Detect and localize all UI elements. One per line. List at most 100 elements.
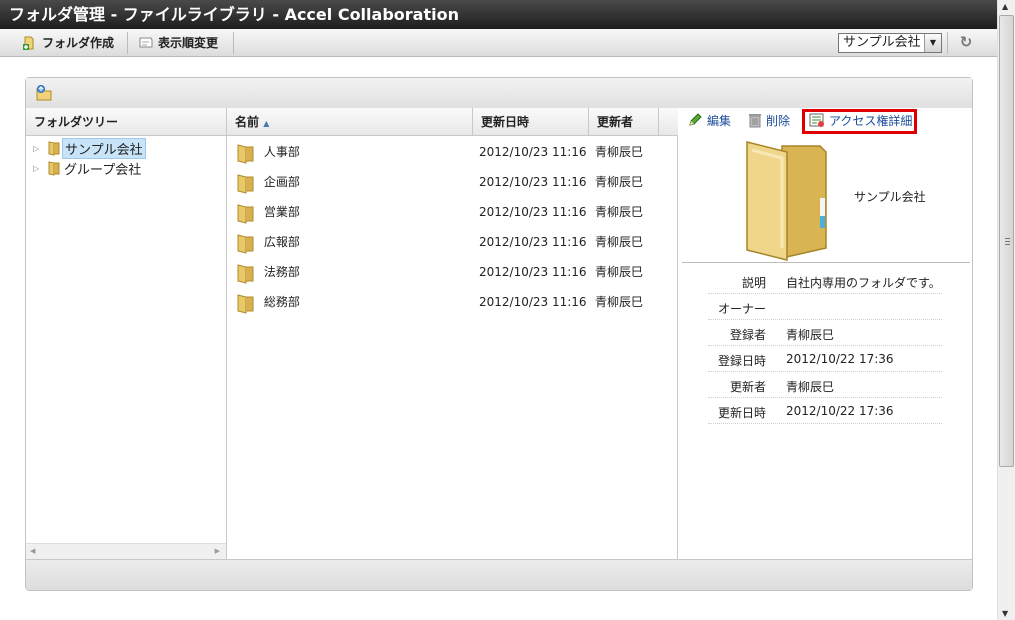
- highlight-frame: [802, 109, 917, 134]
- edit-label: 編集: [707, 113, 732, 128]
- expand-icon[interactable]: ▷: [33, 164, 47, 173]
- folder-icon: [237, 233, 254, 254]
- property-row: 更新日時 2012/10/22 17:36: [708, 398, 942, 424]
- folder-icon: [48, 161, 60, 176]
- property-label: 登録日時: [717, 354, 766, 368]
- property-row: 登録者 青柳辰巳: [708, 320, 942, 346]
- toolbar: フォルダ作成 表示順変更 サンプル会社 ▼ ↻: [0, 29, 997, 57]
- file-library-panel: フォルダツリー ▷ サンプル会社 ▷ グループ会社 ◀ ▶ 名前 ▲ 更新日時 …: [25, 77, 973, 591]
- toolbar-divider: [127, 32, 128, 54]
- folder-up-icon[interactable]: [35, 84, 53, 102]
- scrollbar-thumb[interactable]: [999, 15, 1014, 467]
- property-row: 説明 自社内専用のフォルダです。: [708, 268, 942, 294]
- trash-icon: [749, 114, 761, 128]
- company-select[interactable]: サンプル会社 ▼: [838, 33, 942, 53]
- toolbar-divider: [233, 32, 234, 54]
- folder-icon: [237, 173, 254, 194]
- column-header-updated-at[interactable]: 更新日時: [473, 108, 589, 136]
- property-label: オーナー: [717, 302, 766, 316]
- scroll-right-icon[interactable]: ▶: [215, 547, 220, 555]
- property-row: 登録日時 2012/10/22 17:36: [708, 346, 942, 372]
- order-icon: [139, 37, 153, 47]
- property-label: 更新日時: [717, 406, 766, 420]
- chevron-down-icon[interactable]: ▼: [924, 34, 941, 52]
- folder-icon: [237, 143, 254, 164]
- column-header-name-label: 名前: [235, 115, 260, 129]
- folder-icon: [746, 141, 827, 261]
- folder-icon: [48, 141, 60, 156]
- row-updated-at: 2012/10/23 11:16: [479, 145, 587, 159]
- column-header-name[interactable]: 名前 ▲: [227, 108, 473, 136]
- row-updated-by: 青柳辰巳: [595, 295, 644, 309]
- row-name[interactable]: 広報部: [264, 235, 300, 249]
- folder-icon: [237, 293, 254, 314]
- property-value: 青柳辰巳: [786, 380, 835, 394]
- row-updated-by: 青柳辰巳: [595, 265, 644, 279]
- panel-toolbar: [26, 78, 972, 108]
- scroll-left-icon[interactable]: ◀: [30, 547, 35, 555]
- tree-node-group-company[interactable]: ▷ グループ会社: [33, 159, 143, 178]
- scroll-down-icon[interactable]: ▼: [1002, 609, 1008, 618]
- divider: [682, 262, 970, 263]
- create-folder-button[interactable]: フォルダ作成: [22, 29, 114, 56]
- property-label: 登録者: [729, 328, 766, 342]
- row-updated-at: 2012/10/23 11:16: [479, 295, 587, 309]
- folder-tree: フォルダツリー ▷ サンプル会社 ▷ グループ会社 ◀ ▶: [26, 108, 227, 559]
- detail-folder-name: サンプル会社: [854, 190, 926, 204]
- folder-list: 名前 ▲ 更新日時 更新者 人事部 2012/10/23 11:16 青柳辰巳 …: [227, 108, 678, 559]
- table-row[interactable]: 営業部: [236, 197, 300, 227]
- property-label: 説明: [741, 276, 766, 290]
- property-value: 青柳辰巳: [786, 328, 835, 342]
- table-row[interactable]: 企画部: [236, 167, 300, 197]
- tree-node-label: サンプル会社: [62, 137, 146, 159]
- create-folder-label: フォルダ作成: [42, 36, 115, 50]
- table-row[interactable]: 広報部: [236, 227, 300, 257]
- tree-node-sample-company[interactable]: ▷ サンプル会社: [33, 137, 146, 159]
- toolbar-divider: [947, 32, 948, 54]
- row-updated-at: 2012/10/23 11:16: [479, 235, 587, 249]
- property-row: オーナー: [708, 294, 942, 320]
- tree-horizontal-scrollbar[interactable]: ◀ ▶: [26, 543, 226, 559]
- grip-icon: [1005, 238, 1010, 245]
- row-updated-at: 2012/10/23 11:16: [479, 205, 587, 219]
- table-row[interactable]: 人事部: [236, 137, 300, 167]
- change-order-label: 表示順変更: [158, 36, 219, 50]
- folder-detail: 編集 削除 アクセス権詳細 サンプル会社 説明 自社内専用のフォルダです。 オー…: [678, 108, 972, 559]
- window-title-bar: フォルダ管理 - ファイルライブラリ - Accel Collaboration: [0, 0, 997, 29]
- row-name[interactable]: 人事部: [264, 145, 300, 159]
- row-updated-by: 青柳辰巳: [595, 175, 644, 189]
- delete-button[interactable]: 削除: [748, 111, 790, 129]
- delete-label: 削除: [766, 113, 791, 128]
- table-row[interactable]: 総務部: [236, 287, 300, 317]
- panel-footer: [26, 559, 972, 590]
- property-value: 自社内専用のフォルダです。: [786, 276, 941, 290]
- row-updated-by: 青柳辰巳: [595, 235, 644, 249]
- window-title: フォルダ管理 - ファイルライブラリ - Accel Collaboration: [9, 5, 459, 24]
- refresh-icon[interactable]: ↻: [958, 34, 974, 50]
- property-value: 2012/10/22 17:36: [786, 404, 894, 418]
- add-folder-icon: [23, 36, 34, 50]
- page-scrollbar[interactable]: ▲ ▼: [997, 0, 1015, 620]
- pencil-icon: [689, 113, 702, 126]
- folder-icon: [237, 263, 254, 284]
- edit-button[interactable]: 編集: [687, 111, 731, 129]
- company-select-value: サンプル会社: [843, 35, 921, 50]
- row-updated-by: 青柳辰巳: [595, 145, 644, 159]
- row-name[interactable]: 総務部: [264, 295, 300, 309]
- tree-node-label: グループ会社: [64, 162, 142, 178]
- row-updated-at: 2012/10/23 11:16: [479, 175, 587, 189]
- change-order-button[interactable]: 表示順変更: [138, 29, 218, 56]
- row-name[interactable]: 企画部: [264, 175, 300, 189]
- column-header-spacer: [659, 108, 678, 136]
- row-name[interactable]: 法務部: [264, 265, 300, 279]
- property-row: 更新者 青柳辰巳: [708, 372, 942, 398]
- column-header-updated-by[interactable]: 更新者: [589, 108, 659, 136]
- property-value: 2012/10/22 17:36: [786, 352, 894, 366]
- row-name[interactable]: 営業部: [264, 205, 300, 219]
- property-label: 更新者: [729, 380, 766, 394]
- expand-icon[interactable]: ▷: [33, 144, 47, 153]
- row-updated-at: 2012/10/23 11:16: [479, 265, 587, 279]
- scroll-up-icon[interactable]: ▲: [1002, 2, 1008, 11]
- folder-icon: [237, 203, 254, 224]
- table-row[interactable]: 法務部: [236, 257, 300, 287]
